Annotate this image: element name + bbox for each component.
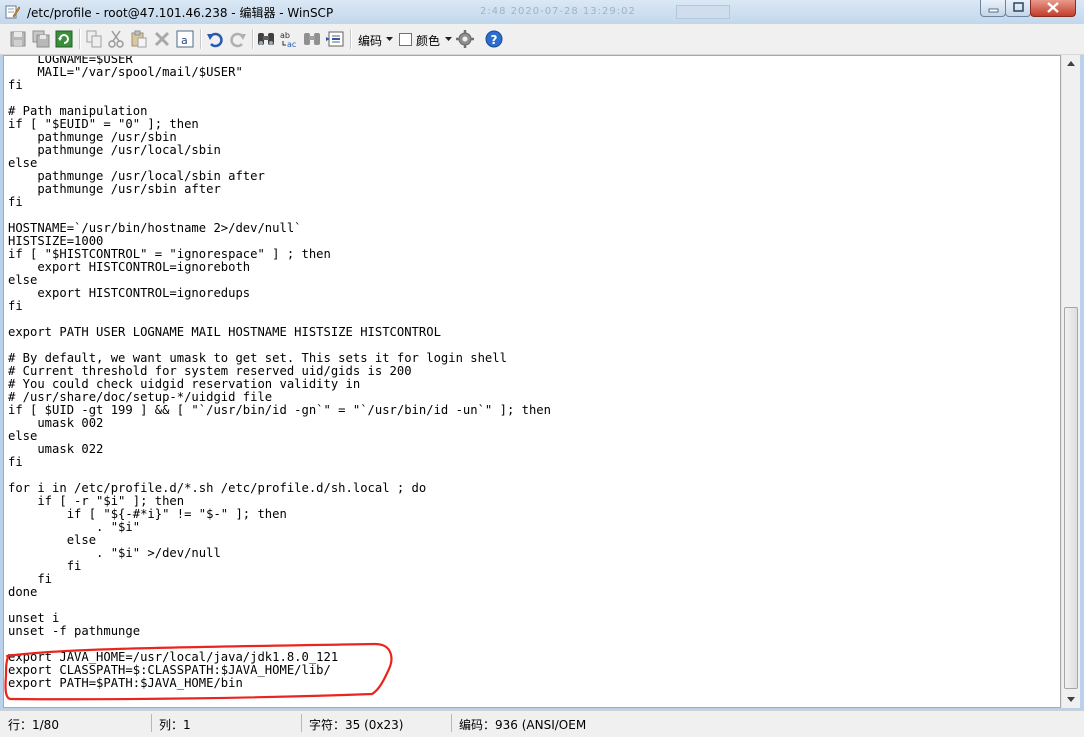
reload-button[interactable]	[54, 29, 74, 49]
select-all-icon: a	[176, 30, 194, 48]
find-next-button[interactable]	[302, 29, 322, 49]
title-bar[interactable]: /etc/profile - root@47.101.46.238 - 编辑器 …	[0, 0, 1084, 25]
redo-button[interactable]	[228, 29, 248, 49]
undo-icon	[207, 32, 223, 48]
status-separator	[151, 714, 152, 732]
toolbar-separator	[200, 29, 202, 49]
status-character: 字符：35 (0x23)	[309, 718, 404, 732]
undo-button[interactable]	[205, 29, 225, 49]
toolbar-separator	[79, 29, 81, 49]
replace-button[interactable]: ab ac	[279, 29, 299, 49]
color-dropdown-arrow-icon[interactable]	[445, 37, 452, 42]
text-editor[interactable]: LOGNAME=$USER MAIL="/var/spool/mail/$USE…	[3, 55, 1061, 708]
svg-text:ac: ac	[287, 40, 296, 49]
maximize-button[interactable]	[1005, 0, 1031, 17]
svg-text:a: a	[181, 34, 188, 47]
close-icon	[1047, 2, 1059, 13]
encoding-dropdown-arrow-icon[interactable]	[386, 37, 393, 42]
settings-icon	[456, 30, 474, 48]
background-ghost-text: 2:48 2020-07-28 13:29:02	[480, 6, 636, 17]
status-encoding: 编码：936 (ANSI/OEM	[459, 718, 587, 732]
find-icon	[258, 33, 274, 45]
svg-text:ab: ab	[280, 31, 290, 40]
save-icon	[10, 31, 26, 47]
paste-icon	[131, 30, 147, 48]
vertical-scrollbar[interactable]	[1061, 55, 1080, 708]
cut-button[interactable]	[106, 29, 126, 49]
redo-icon	[230, 32, 246, 48]
select-all-button[interactable]: a	[175, 29, 195, 49]
preferences-button[interactable]	[455, 29, 475, 49]
save-all-button[interactable]	[31, 29, 51, 49]
find-button[interactable]	[256, 29, 276, 49]
save-button[interactable]	[8, 29, 28, 49]
scroll-down-arrow-icon[interactable]	[1064, 692, 1078, 706]
status-separator	[301, 714, 302, 732]
maximize-icon	[1013, 2, 1024, 12]
status-bar: 行：1/80 列：1 字符：35 (0x23) 编码：936 (ANSI/OEM	[0, 710, 1084, 737]
goto-line-icon	[326, 31, 344, 47]
refresh-icon	[55, 30, 73, 48]
paste-button[interactable]	[129, 29, 149, 49]
color-menu-label[interactable]: 颜色	[416, 32, 440, 49]
close-button[interactable]	[1030, 0, 1076, 17]
find-next-icon	[304, 33, 320, 45]
window-title: /etc/profile - root@47.101.46.238 - 编辑器 …	[27, 6, 334, 20]
toolbar-separator	[252, 29, 254, 49]
save-all-icon	[32, 30, 50, 48]
scrollbar-thumb[interactable]	[1064, 307, 1078, 689]
editor-app-icon	[5, 5, 20, 19]
status-line: 行：1/80	[8, 718, 59, 732]
help-icon: ?	[485, 30, 503, 48]
color-checkbox[interactable]	[399, 33, 412, 46]
delete-icon	[154, 31, 170, 47]
svg-text:?: ?	[491, 33, 498, 47]
replace-icon: abac	[280, 31, 296, 49]
status-separator	[451, 714, 452, 732]
minimize-button[interactable]	[980, 0, 1006, 17]
delete-button[interactable]	[152, 29, 172, 49]
encoding-menu-label[interactable]: 编码	[358, 32, 382, 49]
copy-icon	[86, 30, 102, 48]
background-ghost-box	[676, 5, 730, 19]
status-column: 列：1	[159, 718, 191, 732]
goto-line-button[interactable]	[325, 29, 345, 49]
minimize-icon	[988, 8, 999, 13]
editor-content[interactable]: LOGNAME=$USER MAIL="/var/spool/mail/$USE…	[8, 56, 551, 690]
toolbar: a ab ac 编码 颜色 ?	[0, 24, 1084, 55]
cut-icon	[108, 30, 124, 48]
copy-button[interactable]	[84, 29, 104, 49]
scroll-up-arrow-icon[interactable]	[1064, 57, 1078, 71]
help-button[interactable]: ?	[484, 29, 504, 49]
toolbar-separator	[350, 29, 352, 49]
